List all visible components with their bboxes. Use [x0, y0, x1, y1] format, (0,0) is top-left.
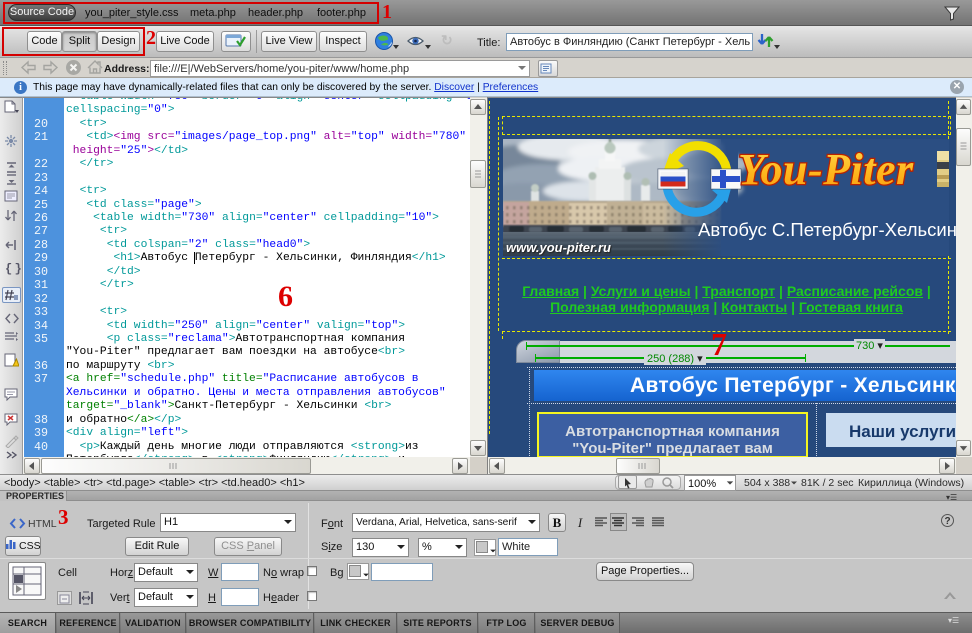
svg-text:You-Piter: You-Piter — [738, 145, 914, 194]
